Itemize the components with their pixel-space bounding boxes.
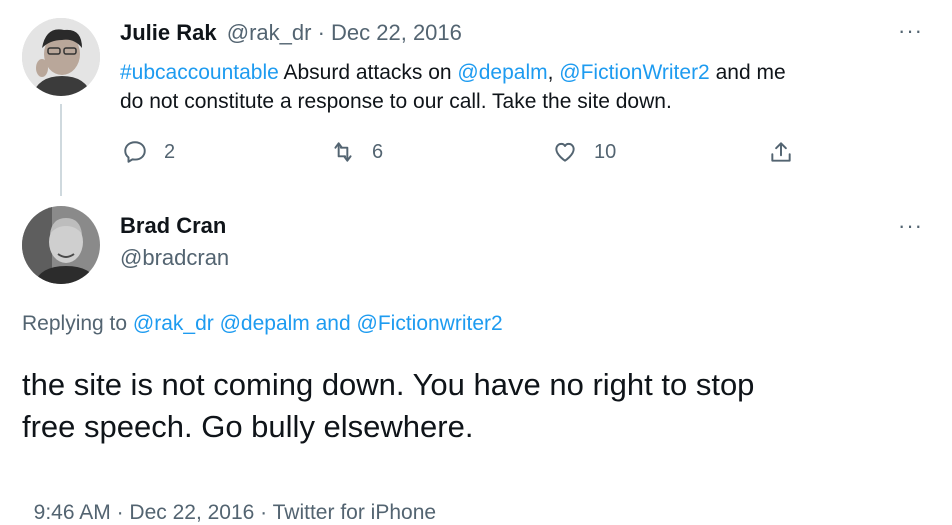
retweet-count: 6 bbox=[372, 140, 384, 163]
mention-depalm[interactable]: @depalm bbox=[457, 61, 547, 84]
share-button[interactable] bbox=[768, 139, 810, 165]
retweet-button[interactable]: 6 bbox=[330, 139, 383, 165]
like-button[interactable]: 10 bbox=[552, 139, 616, 165]
reply-button[interactable]: 2 bbox=[122, 139, 175, 165]
reply-icon bbox=[124, 141, 146, 163]
tweet-date[interactable]: Dec 22, 2016 bbox=[331, 20, 462, 45]
author-handle[interactable]: @bradcran bbox=[120, 245, 229, 271]
avatar-brad-cran[interactable] bbox=[22, 206, 100, 284]
avatar-julie-rak[interactable] bbox=[22, 18, 100, 96]
mention-depalm[interactable]: @depalm bbox=[220, 312, 310, 335]
tweet2-text: the site is not coming down. You have no… bbox=[22, 367, 755, 444]
tweet-date[interactable]: Dec 22, 2016 bbox=[129, 501, 254, 524]
replying-to: Replying to @rak_dr @depalm and @Fiction… bbox=[22, 312, 503, 335]
mention-rak-dr[interactable]: @rak_dr bbox=[133, 312, 214, 335]
more-options-icon[interactable]: ··· bbox=[898, 213, 923, 239]
author-handle[interactable]: @rak_dr bbox=[227, 20, 312, 45]
tweet-metadata: 9:46 AM · Dec 22, 2016 · Twitter for iPh… bbox=[33, 501, 437, 524]
tweet-time[interactable]: 9:46 AM bbox=[34, 501, 111, 524]
tweet1-text: #ubcaccountable Absurd attacks on @depal… bbox=[120, 61, 786, 113]
mention-fictionwriter2[interactable]: @FictionWriter2 bbox=[559, 61, 709, 84]
tweet-source[interactable]: Twitter for iPhone bbox=[273, 501, 436, 524]
author-name[interactable]: Brad Cran bbox=[120, 213, 226, 239]
like-icon bbox=[555, 142, 575, 162]
hashtag-link[interactable]: #ubcaccountable bbox=[120, 61, 279, 84]
like-count: 10 bbox=[594, 140, 617, 163]
more-options-icon[interactable]: ··· bbox=[898, 18, 923, 44]
retweet-icon bbox=[334, 142, 352, 162]
share-icon bbox=[771, 142, 791, 162]
tweet1-header: Julie Rak @rak_dr · Dec 22, 2016 bbox=[120, 20, 462, 46]
thread-line bbox=[60, 104, 62, 196]
reply-count: 2 bbox=[164, 140, 176, 163]
separator: · bbox=[317, 20, 325, 45]
author-name[interactable]: Julie Rak bbox=[120, 20, 217, 45]
mention-fictionwriter2[interactable]: @Fictionwriter2 bbox=[357, 312, 503, 335]
